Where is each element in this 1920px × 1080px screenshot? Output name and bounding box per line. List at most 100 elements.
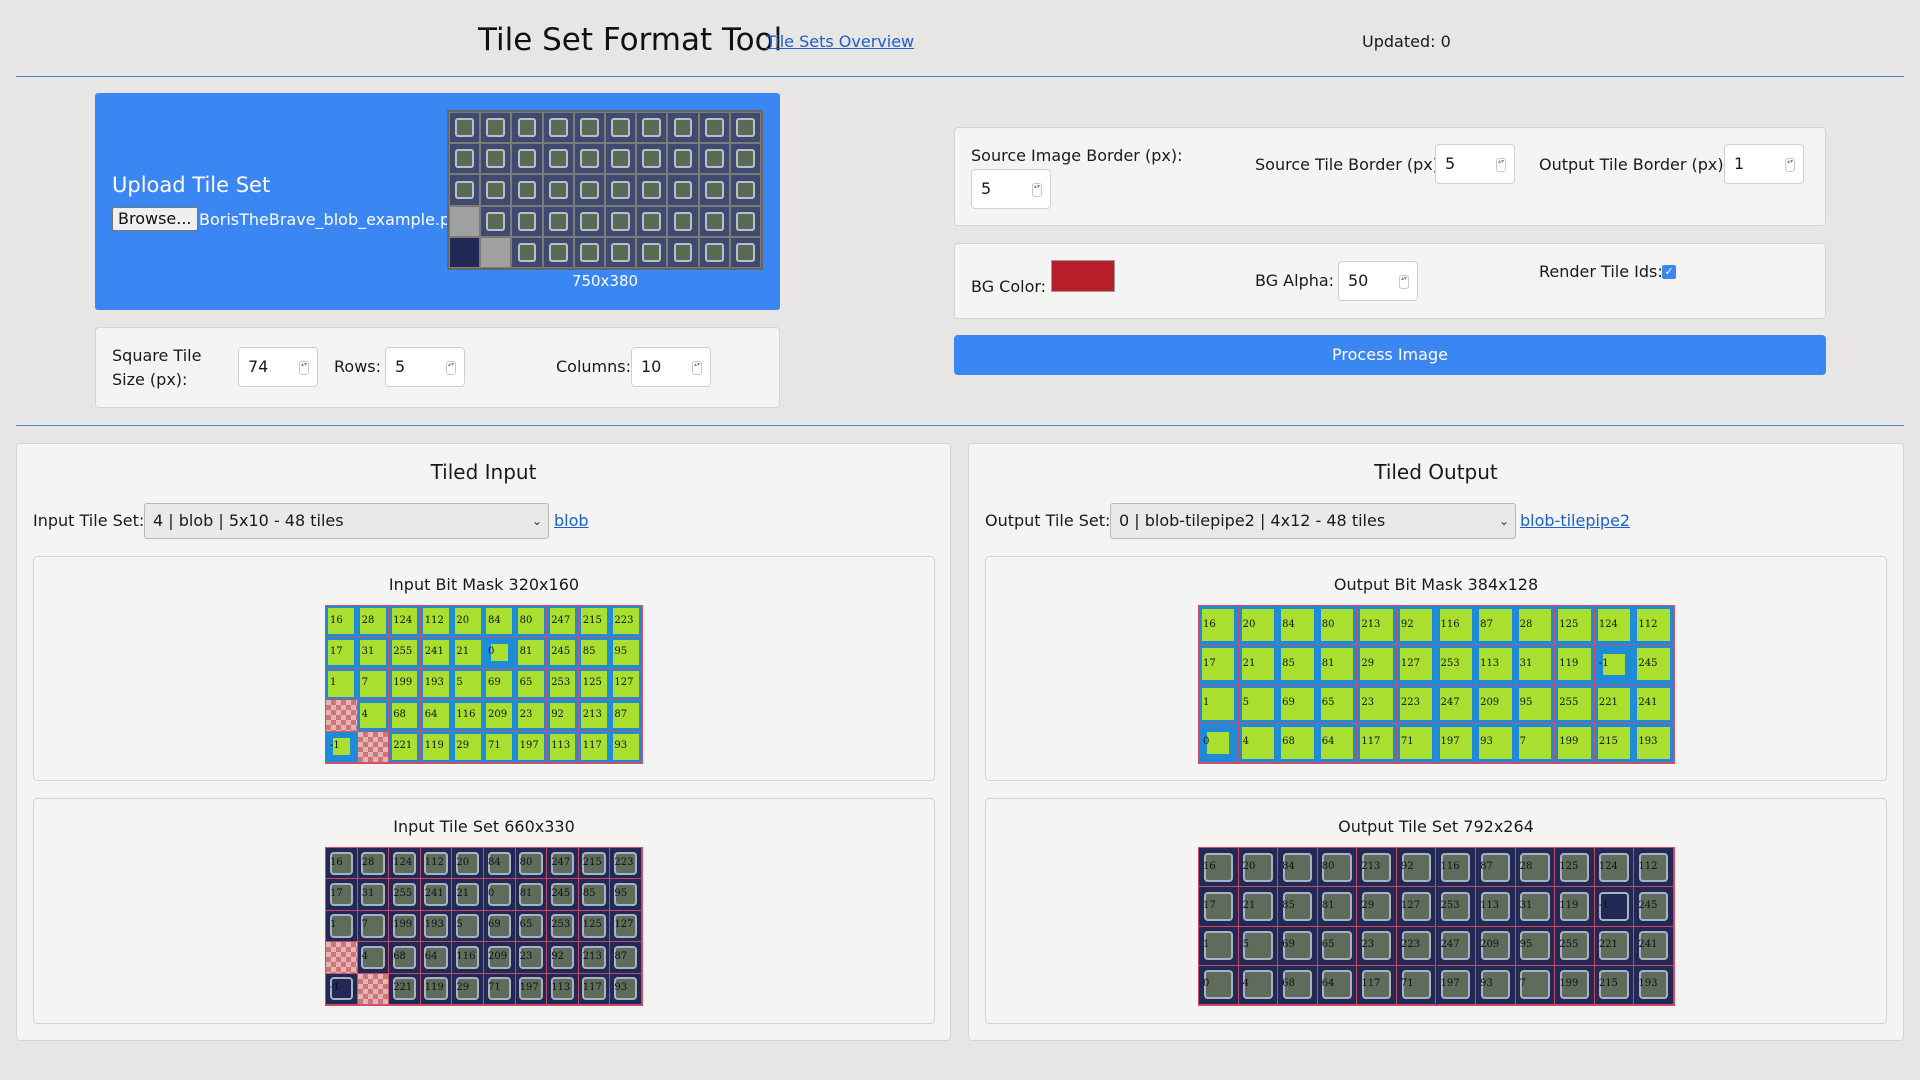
- tile-id-label: 221: [1598, 939, 1618, 951]
- columns-value: 10: [641, 357, 662, 376]
- tile-cell: 215: [1594, 965, 1635, 1005]
- source-image-border-input[interactable]: 5 ▴▾: [971, 169, 1051, 209]
- tile-cell: 92: [547, 700, 579, 732]
- tile-id-label: 29: [456, 740, 470, 752]
- preview-tile-texture: [548, 243, 568, 262]
- chevron-down-icon: ⌄: [531, 514, 542, 528]
- tile-cell: 221: [389, 731, 421, 763]
- preview-tile-texture: [580, 149, 599, 169]
- tile-cell: 69: [1278, 926, 1318, 966]
- tile-cell: 5: [1238, 684, 1279, 724]
- tile-id-label: 213: [1361, 618, 1381, 630]
- tile-id-label: 68: [393, 708, 406, 720]
- tile-id-label: 93: [1480, 978, 1493, 990]
- tile-cell: 125: [1555, 606, 1595, 646]
- tile-id-label: 193: [424, 677, 444, 689]
- source-tile-border-input[interactable]: 5 ▴▾: [1435, 144, 1515, 184]
- tile-id-label: 29: [1361, 657, 1375, 669]
- preview-tile-texture: [455, 180, 474, 200]
- spinner-icon[interactable]: ▴▾: [446, 361, 456, 375]
- tile-id-label: 69: [1282, 697, 1295, 709]
- preview-tile-texture: [642, 118, 662, 137]
- tile-id-label: 113: [551, 982, 571, 994]
- tile-id-label: 215: [582, 856, 602, 868]
- tile-cell: 87: [610, 942, 642, 974]
- tile-id-label: 113: [1480, 657, 1500, 669]
- preview-tile-texture: [455, 118, 474, 137]
- tile-cell: 253: [547, 910, 579, 943]
- spinner-icon[interactable]: ▴▾: [1496, 158, 1506, 172]
- tile-cell: 65: [1317, 926, 1358, 966]
- spinner-icon[interactable]: ▴▾: [1785, 158, 1795, 172]
- spinner-icon[interactable]: ▴▾: [299, 361, 309, 375]
- preview-tile-texture: [736, 243, 755, 262]
- tile-cell: 209: [1476, 926, 1516, 966]
- preview-tile-texture: [642, 149, 662, 169]
- output-tile-set-select[interactable]: 0 | blob-tilepipe2 | 4x12 - 48 tiles ⌄: [1110, 503, 1516, 539]
- preview-tile-texture: [642, 211, 662, 231]
- tile-id-label: 245: [1638, 657, 1658, 669]
- tile-id-label: 215: [582, 614, 602, 626]
- tile-id-label: 127: [1400, 657, 1420, 669]
- tile-cell: 221: [1594, 926, 1635, 966]
- tile-cell: 245: [547, 637, 579, 669]
- tile-cell: 127: [1396, 887, 1437, 927]
- columns-input[interactable]: 10 ▴▾: [631, 347, 711, 387]
- tile-id-label: 199: [393, 677, 413, 689]
- preview-tile: [637, 237, 667, 267]
- spinner-icon[interactable]: ▴▾: [692, 361, 702, 375]
- preview-tile-texture: [611, 118, 630, 137]
- preview-tile-texture: [611, 180, 630, 200]
- input-tile-set-select[interactable]: 4 | blob | 5x10 - 48 tiles ⌄: [144, 503, 549, 539]
- preview-tile-texture: [673, 118, 693, 137]
- tile-mask-fill: [1207, 732, 1230, 754]
- preview-tile: [574, 206, 604, 236]
- tile-id-label: 31: [1519, 657, 1533, 669]
- spinner-icon[interactable]: ▴▾: [1399, 275, 1409, 289]
- square-tile-size-input[interactable]: 74 ▴▾: [238, 347, 318, 387]
- tile-id-label: 215: [1598, 736, 1618, 748]
- tile-id-label: 5: [1242, 939, 1249, 951]
- tile-cell: 84: [484, 606, 516, 638]
- tile-cell: 80: [1317, 606, 1358, 646]
- bg-color-picker[interactable]: [1051, 260, 1115, 292]
- spinner-icon[interactable]: ▴▾: [1032, 183, 1042, 197]
- tile-cell: -1: [1594, 887, 1635, 927]
- tile-sets-overview-link[interactable]: Tile Sets Overview: [766, 32, 914, 51]
- tile-id-label: 69: [488, 919, 501, 931]
- tile-cell: 117: [578, 731, 611, 763]
- tile-cell: 223: [610, 848, 642, 880]
- tile-cell: 247: [1436, 926, 1477, 966]
- tile-id-label: 247: [551, 856, 571, 868]
- render-tile-ids-checkbox[interactable]: ✓: [1662, 265, 1676, 279]
- tile-id-label: 4: [361, 950, 368, 962]
- tile-cell: 4: [357, 942, 390, 974]
- preview-tile: [668, 113, 698, 143]
- tile-id-label: 193: [424, 919, 444, 931]
- tile-id-label: 255: [1559, 939, 1579, 951]
- tile-cell: 84: [1278, 848, 1318, 888]
- tile-cell: 4: [1238, 723, 1279, 763]
- output-tile-set-link[interactable]: blob-tilepipe2: [1520, 511, 1630, 530]
- source-image-border-label: Source Image Border (px):: [971, 146, 1183, 165]
- tile-id-label: 92: [551, 708, 564, 720]
- preview-tile: [543, 144, 573, 174]
- rows-input[interactable]: 5 ▴▾: [385, 347, 465, 387]
- tile-id-label: 213: [1361, 860, 1381, 872]
- input-tile-set-link[interactable]: blob: [554, 511, 589, 530]
- bg-alpha-input[interactable]: 50 ▴▾: [1338, 261, 1418, 301]
- tile-id-label: 4: [1242, 736, 1249, 748]
- source-tile-border-value: 5: [1445, 154, 1456, 173]
- tile-id-label: -1: [330, 982, 340, 994]
- header-divider: [16, 76, 1904, 77]
- tile-cell: 20: [1238, 848, 1279, 888]
- tile-id-label: 81: [1321, 899, 1335, 911]
- tile-id-label: 113: [551, 740, 571, 752]
- tile-cell: 7: [1515, 723, 1556, 763]
- tile-cell: 93: [1476, 965, 1516, 1005]
- preview-tile: [512, 113, 542, 143]
- process-image-button[interactable]: Process Image: [954, 335, 1826, 375]
- browse-button[interactable]: Browse...: [112, 207, 198, 231]
- tile-id-label: 68: [1282, 978, 1295, 990]
- output-tile-border-input[interactable]: 1 ▴▾: [1724, 144, 1804, 184]
